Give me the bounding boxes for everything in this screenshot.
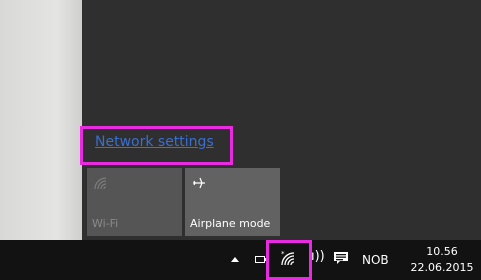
wifi-icon bbox=[93, 175, 109, 194]
svg-text:*: * bbox=[281, 250, 285, 258]
volume-icon[interactable]: ı)) bbox=[311, 249, 325, 264]
clock-time: 10.56 bbox=[426, 245, 458, 258]
show-hidden-icons-chevron-icon[interactable] bbox=[231, 257, 239, 262]
desktop-background bbox=[0, 0, 82, 240]
input-language-indicator[interactable]: NOB bbox=[362, 253, 389, 267]
wifi-tile-label: Wi-Fi bbox=[92, 217, 119, 230]
airplane-mode-tile[interactable]: Airplane mode bbox=[185, 168, 280, 236]
action-center-icon[interactable] bbox=[333, 250, 349, 270]
wifi-tile[interactable]: Wi-Fi bbox=[87, 168, 182, 236]
wifi-network-tray-icon[interactable]: * bbox=[280, 250, 296, 270]
battery-icon[interactable] bbox=[255, 256, 267, 263]
clock-date: 22.06.2015 bbox=[410, 261, 474, 274]
airplane-icon bbox=[191, 175, 207, 195]
airplane-mode-tile-label: Airplane mode bbox=[190, 217, 271, 230]
taskbar: * ı)) NOB 10.56 22.06.2015 bbox=[0, 240, 481, 280]
network-settings-link[interactable]: Network settings bbox=[95, 134, 214, 150]
clock[interactable]: 10.56 22.06.2015 bbox=[405, 244, 479, 276]
